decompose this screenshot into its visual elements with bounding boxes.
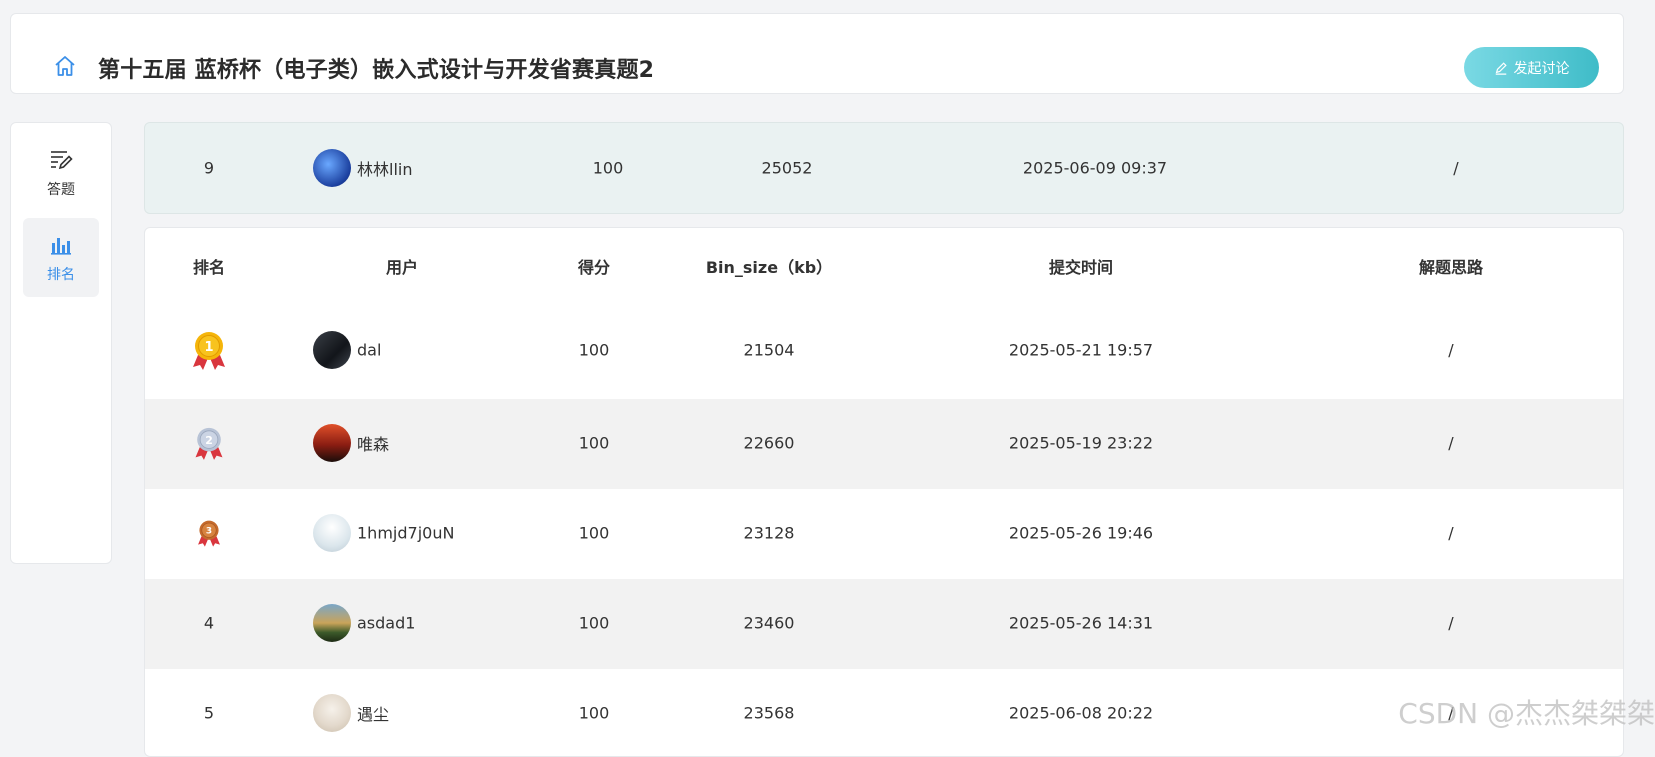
solution-cell: /: [1448, 433, 1454, 453]
bin-size-cell: 23128: [743, 523, 795, 543]
avatar: [313, 514, 351, 552]
ranking-table: 排名 用户 得分 Bin_size（kb） 提交时间 解题思路 1 dal 10…: [144, 227, 1624, 757]
submit-time-cell: 2025-05-26 19:46: [1008, 523, 1154, 543]
my-rank-score: 100: [592, 158, 624, 178]
my-rank-bin-size: 25052: [761, 158, 813, 178]
rank-cell: 5: [203, 703, 215, 723]
table-row: 2 唯森 100 22660 2025-05-19 23:22 /: [145, 399, 1623, 489]
page-title: 第十五届 蓝桥杯（电子类）嵌入式设计与开发省赛真题2: [98, 58, 655, 83]
my-rank-user[interactable]: 林林llin: [357, 156, 412, 180]
avatar: [313, 424, 351, 462]
col-header-score: 得分: [577, 258, 611, 277]
sidebar-item-answer[interactable]: 答题: [23, 133, 99, 212]
table-row: 1 dal 100 21504 2025-05-21 19:57 /: [145, 306, 1623, 396]
submit-time-cell: 2025-05-19 23:22: [1008, 433, 1154, 453]
score-cell: 100: [578, 613, 610, 633]
csdn-watermark: CSDN @杰杰桀桀桀: [1398, 697, 1655, 730]
edit-list-icon: [51, 150, 73, 169]
col-header-rank: 排名: [192, 258, 226, 277]
table-row: 4 asdad1 100 23460 2025-05-26 14:31 /: [145, 579, 1623, 669]
my-rank-row: 9 林林llin 100 25052 2025-06-09 09:37 /: [144, 122, 1624, 214]
avatar: [313, 604, 351, 642]
score-cell: 100: [578, 523, 610, 543]
edit-pen-icon: [1495, 61, 1507, 75]
sidebar-item-ranking[interactable]: 排名: [23, 218, 99, 297]
score-cell: 100: [578, 703, 610, 723]
user-name[interactable]: dal: [357, 341, 381, 360]
user-name[interactable]: asdad1: [357, 614, 415, 633]
user-name[interactable]: 遇尘: [357, 701, 389, 725]
bin-size-cell: 23568: [743, 703, 795, 723]
solution-cell: /: [1448, 340, 1454, 360]
col-header-user: 用户: [385, 258, 419, 277]
bin-size-cell: 21504: [743, 340, 795, 360]
start-discussion-label: 发起讨论: [1513, 60, 1570, 77]
submit-time-cell: 2025-06-08 20:22: [1008, 703, 1154, 723]
score-cell: 100: [578, 433, 610, 453]
medal-rank: 3: [206, 527, 212, 537]
submit-time-cell: 2025-05-26 14:31: [1008, 613, 1154, 633]
user-name[interactable]: 唯森: [357, 431, 389, 455]
bin-size-cell: 23460: [743, 613, 795, 633]
my-rank-solution: /: [1453, 158, 1459, 178]
solution-cell: /: [1448, 613, 1454, 633]
my-rank-number: 9: [203, 158, 215, 178]
sidebar: 答题 排名: [10, 122, 112, 564]
sidebar-item-label: 答题: [47, 181, 75, 198]
col-header-solution: 解题思路: [1418, 258, 1484, 277]
col-header-bin-size: Bin_size（kb）: [705, 258, 833, 277]
avatar: [313, 331, 351, 369]
bar-chart-icon: [51, 237, 71, 255]
my-rank-time: 2025-06-09 09:37: [1022, 158, 1168, 178]
page-header: 第十五届 蓝桥杯（电子类）嵌入式设计与开发省赛真题2 发起讨论: [10, 13, 1624, 94]
medal-rank: 2: [205, 434, 213, 447]
silver-medal-icon: 2: [195, 427, 223, 460]
bin-size-cell: 22660: [743, 433, 795, 453]
start-discussion-button[interactable]: 发起讨论: [1464, 47, 1599, 88]
user-name[interactable]: 1hmjd7j0uN: [357, 524, 454, 543]
submit-time-cell: 2025-05-21 19:57: [1008, 340, 1154, 360]
col-header-submit-time: 提交时间: [1048, 258, 1114, 277]
avatar: [313, 149, 351, 187]
home-icon[interactable]: [53, 54, 77, 78]
table-row: 3 1hmjd7j0uN 100 23128 2025-05-26 19:46 …: [145, 489, 1623, 579]
medal-rank: 1: [204, 340, 213, 355]
bronze-medal-icon: 3: [198, 520, 220, 547]
avatar: [313, 694, 351, 732]
solution-cell: /: [1448, 523, 1454, 543]
score-cell: 100: [578, 340, 610, 360]
rank-cell: 4: [203, 613, 215, 633]
sidebar-item-label: 排名: [47, 266, 75, 283]
gold-medal-icon: 1: [193, 332, 225, 370]
